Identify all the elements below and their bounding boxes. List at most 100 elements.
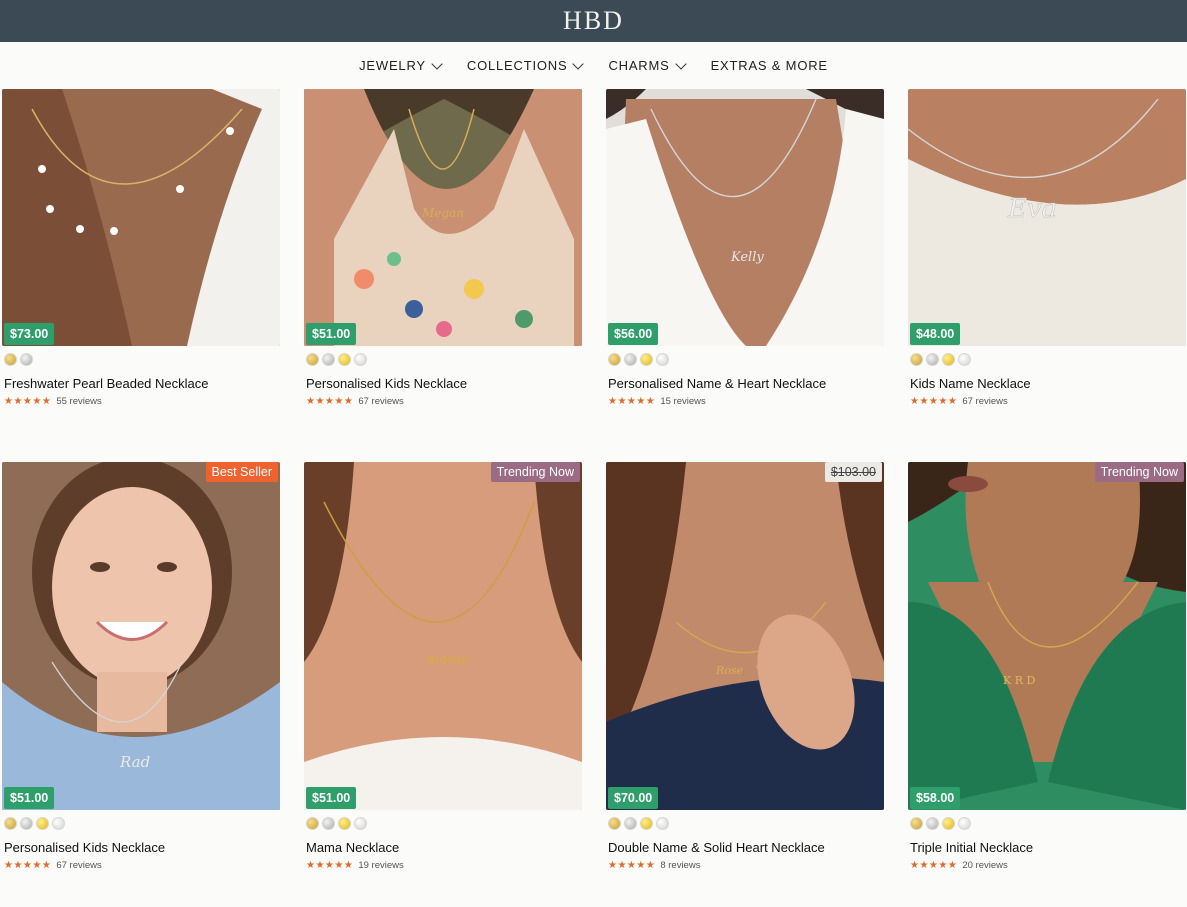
swatch-yellow-gold[interactable] [942, 817, 955, 830]
product-name[interactable]: Kids Name Necklace [910, 376, 1186, 391]
swatch-yellow-gold[interactable] [640, 353, 653, 366]
product-image[interactable]: mama Trending Now $51.00 [304, 462, 582, 810]
svg-text:mama: mama [426, 652, 469, 668]
swatch-white-gold[interactable] [52, 817, 65, 830]
product-rating: ★★★★★ 15 reviews [608, 396, 884, 407]
star-rating-icon: ★★★★★ [306, 396, 354, 407]
price-tag: $56.00 [608, 323, 659, 345]
product-photo: Kelly [606, 89, 884, 346]
product-card[interactable]: Eva $48.00 Kids Name Necklace ★★★★★ 67 r… [908, 89, 1186, 407]
swatch-gold[interactable] [4, 353, 17, 366]
product-card[interactable]: $73.00 Freshwater Pearl Beaded Necklace … [2, 89, 280, 407]
swatch-gold[interactable] [910, 353, 923, 366]
product-photo: Rad [2, 462, 280, 810]
product-name[interactable]: Personalised Name & Heart Necklace [608, 376, 884, 391]
swatch-silver[interactable] [624, 817, 637, 830]
svg-text:Rad: Rad [119, 753, 150, 771]
star-rating-icon: ★★★★★ [910, 860, 958, 871]
price-tag: $51.00 [306, 323, 357, 345]
swatch-yellow-gold[interactable] [338, 353, 351, 366]
swatch-yellow-gold[interactable] [338, 817, 351, 830]
review-count[interactable]: 15 reviews [660, 396, 705, 407]
review-count[interactable]: 67 reviews [962, 396, 1007, 407]
product-rating: ★★★★★ 67 reviews [910, 396, 1186, 407]
review-count[interactable]: 67 reviews [358, 396, 403, 407]
review-count[interactable]: 20 reviews [962, 860, 1007, 871]
brand-logo[interactable]: HBD [563, 6, 624, 36]
swatch-yellow-gold[interactable] [640, 817, 653, 830]
product-image[interactable]: $73.00 [2, 89, 280, 346]
swatch-gold[interactable] [306, 353, 319, 366]
swatch-silver[interactable] [20, 817, 33, 830]
product-card[interactable]: Rose $103.00 $70.00 Double Name & Solid … [606, 462, 884, 871]
product-card[interactable]: K R D Trending Now $58.00 Triple Initial… [908, 462, 1186, 871]
swatch-yellow-gold[interactable] [36, 817, 49, 830]
product-row: Rad Best Seller $51.00 Personalised Kids… [0, 462, 1187, 882]
product-image[interactable]: Megan $51.00 [304, 89, 582, 346]
trending-badge: Trending Now [490, 462, 580, 482]
swatch-white-gold[interactable] [656, 353, 669, 366]
swatch-yellow-gold[interactable] [942, 353, 955, 366]
nav-label: COLLECTIONS [466, 58, 568, 73]
swatch-gold[interactable] [4, 817, 17, 830]
product-name[interactable]: Triple Initial Necklace [910, 840, 1186, 855]
swatch-white-gold[interactable] [656, 817, 669, 830]
swatch-silver[interactable] [322, 353, 335, 366]
swatch-gold[interactable] [608, 353, 621, 366]
product-rating: ★★★★★ 19 reviews [306, 860, 582, 871]
swatch-silver[interactable] [20, 353, 33, 366]
swatch-gold[interactable] [608, 817, 621, 830]
review-count[interactable]: 55 reviews [56, 396, 101, 407]
nav-extras-more[interactable]: EXTRAS & MORE [711, 58, 828, 73]
product-name[interactable]: Personalised Kids Necklace [306, 376, 582, 391]
swatch-gold[interactable] [306, 817, 319, 830]
review-count[interactable]: 19 reviews [358, 860, 403, 871]
svg-text:Eva: Eva [1007, 194, 1057, 224]
product-rating: ★★★★★ 20 reviews [910, 860, 1186, 871]
product-name[interactable]: Personalised Kids Necklace [4, 840, 280, 855]
chevron-down-icon [572, 57, 585, 70]
color-swatches [306, 817, 582, 830]
site-header: HBD [0, 0, 1187, 42]
swatch-white-gold[interactable] [958, 817, 971, 830]
star-rating-icon: ★★★★★ [608, 860, 656, 871]
product-image[interactable]: K R D Trending Now $58.00 [908, 462, 1186, 810]
product-card[interactable]: mama Trending Now $51.00 Mama Necklace ★… [304, 462, 582, 871]
swatch-gold[interactable] [910, 817, 923, 830]
product-rating: ★★★★★ 8 reviews [608, 860, 884, 871]
product-image[interactable]: Rad Best Seller $51.00 [2, 462, 280, 810]
swatch-silver[interactable] [624, 353, 637, 366]
product-image[interactable]: Rose $103.00 $70.00 [606, 462, 884, 810]
product-name[interactable]: Freshwater Pearl Beaded Necklace [4, 376, 280, 391]
nav-jewelry[interactable]: JEWELRY [359, 57, 443, 73]
nav-collections[interactable]: COLLECTIONS [466, 57, 585, 73]
product-card[interactable]: Kelly $56.00 Personalised Name & Heart N… [606, 89, 884, 407]
product-image[interactable]: Eva $48.00 [908, 89, 1186, 346]
price-tag: $51.00 [306, 787, 357, 809]
nav-charms[interactable]: CHARMS [608, 57, 687, 73]
color-swatches [4, 817, 280, 830]
svg-text:Rose: Rose [715, 664, 744, 677]
product-name[interactable]: Double Name & Solid Heart Necklace [608, 840, 884, 855]
swatch-silver[interactable] [322, 817, 335, 830]
color-swatches [4, 353, 280, 366]
product-card[interactable]: Megan $51.00 Personalised Kids Necklace … [304, 89, 582, 407]
product-photo [2, 89, 280, 346]
swatch-white-gold[interactable] [354, 353, 367, 366]
chevron-down-icon [674, 57, 687, 70]
price-tag: $70.00 [608, 787, 659, 809]
review-count[interactable]: 8 reviews [660, 860, 700, 871]
product-card[interactable]: Rad Best Seller $51.00 Personalised Kids… [2, 462, 280, 871]
product-photo: Megan [304, 89, 582, 346]
swatch-white-gold[interactable] [958, 353, 971, 366]
original-price-badge: $103.00 [824, 462, 882, 482]
swatch-silver[interactable] [926, 817, 939, 830]
swatch-silver[interactable] [926, 353, 939, 366]
review-count[interactable]: 67 reviews [56, 860, 101, 871]
product-name[interactable]: Mama Necklace [306, 840, 582, 855]
swatch-white-gold[interactable] [354, 817, 367, 830]
color-swatches [910, 817, 1186, 830]
svg-text:Kelly: Kelly [730, 250, 764, 265]
product-image[interactable]: Kelly $56.00 [606, 89, 884, 346]
product-rating: ★★★★★ 55 reviews [4, 396, 280, 407]
